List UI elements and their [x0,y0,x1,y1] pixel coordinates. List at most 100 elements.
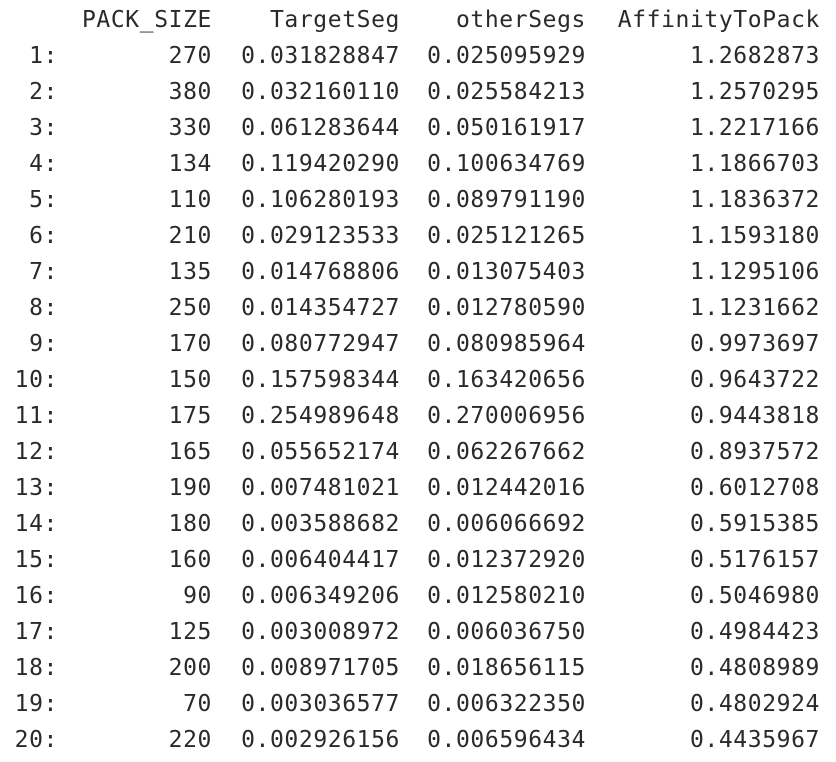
cell-pack-size: 220 [168,727,212,753]
table-row: 10: 150 0.157598344 0.163420656 0.9643722 [0,362,836,398]
cell-target-seg: 0.003588682 [241,511,400,537]
table-row: 1: 270 0.031828847 0.025095929 1.2682873 [0,38,836,74]
table-row: 14: 180 0.003588682 0.006066692 0.5915385 [0,506,836,542]
table-row: 12: 165 0.055652174 0.062267662 0.8937572 [0,434,836,470]
row-index: 6: [29,223,58,249]
cell-target-seg: 0.055652174 [241,439,400,465]
table-row: 20: 220 0.002926156 0.006596434 0.4435967 [0,722,836,758]
row-index: 8: [29,295,58,321]
cell-target-seg: 0.029123533 [241,223,400,249]
cell-other-segs: 0.050161917 [427,115,586,141]
cell-target-seg: 0.061283644 [241,115,400,141]
cell-affinity: 0.4435967 [689,727,820,753]
cell-affinity: 0.5915385 [689,511,820,537]
row-index: 16: [14,583,58,609]
cell-pack-size: 380 [168,79,212,105]
cell-affinity: 0.9973697 [689,331,820,357]
cell-other-segs: 0.006036750 [427,619,586,645]
table-row: 9: 170 0.080772947 0.080985964 0.9973697 [0,326,836,362]
cell-affinity: 1.1593180 [689,223,820,249]
row-index: 1: [29,43,58,69]
cell-affinity: 1.2217166 [689,115,820,141]
cell-pack-size: 330 [168,115,212,141]
cell-other-segs: 0.062267662 [427,439,586,465]
cell-pack-size: 175 [168,403,212,429]
cell-affinity: 0.9643722 [689,367,820,393]
column-header-other-segs: otherSegs [455,7,586,33]
cell-other-segs: 0.163420656 [427,367,586,393]
cell-target-seg: 0.106280193 [241,187,400,213]
cell-other-segs: 0.012442016 [427,475,586,501]
row-index: 13: [14,475,58,501]
cell-pack-size: 165 [168,439,212,465]
cell-other-segs: 0.025121265 [427,223,586,249]
row-index: 3: [29,115,58,141]
row-index: 20: [14,727,58,753]
column-header-affinity: AffinityToPack [617,7,820,33]
cell-pack-size: 250 [168,295,212,321]
cell-pack-size: 135 [168,259,212,285]
table-row: 8: 250 0.014354727 0.012780590 1.1231662 [0,290,836,326]
cell-affinity: 1.1866703 [689,151,820,177]
table-row: 15: 160 0.006404417 0.012372920 0.5176157 [0,542,836,578]
cell-pack-size: 180 [168,511,212,537]
cell-other-segs: 0.006596434 [427,727,586,753]
cell-target-seg: 0.003008972 [241,619,400,645]
cell-target-seg: 0.002926156 [241,727,400,753]
row-index: 15: [14,547,58,573]
cell-target-seg: 0.080772947 [241,331,400,357]
cell-other-segs: 0.012580210 [427,583,586,609]
table-row: 11: 175 0.254989648 0.270006956 0.9443818 [0,398,836,434]
cell-target-seg: 0.254989648 [241,403,400,429]
cell-pack-size: 150 [168,367,212,393]
cell-other-segs: 0.270006956 [427,403,586,429]
cell-pack-size: 270 [168,43,212,69]
cell-affinity: 0.4984423 [689,619,820,645]
cell-affinity: 0.8937572 [689,439,820,465]
table-row: 5: 110 0.106280193 0.089791190 1.1836372 [0,182,836,218]
table-row: 6: 210 0.029123533 0.025121265 1.1593180 [0,218,836,254]
cell-other-segs: 0.025584213 [427,79,586,105]
cell-target-seg: 0.007481021 [241,475,400,501]
cell-pack-size: 110 [168,187,212,213]
cell-affinity: 0.5046980 [689,583,820,609]
cell-affinity: 1.1295106 [689,259,820,285]
cell-target-seg: 0.119420290 [241,151,400,177]
cell-other-segs: 0.025095929 [427,43,586,69]
table-row: 13: 190 0.007481021 0.012442016 0.6012708 [0,470,836,506]
cell-target-seg: 0.014768806 [241,259,400,285]
cell-pack-size: 200 [168,655,212,681]
table-row: 19: 70 0.003036577 0.006322350 0.4802924 [0,686,836,722]
cell-affinity: 1.2570295 [689,79,820,105]
table-row: 4: 134 0.119420290 0.100634769 1.1866703 [0,146,836,182]
row-index: 9: [29,331,58,357]
row-index: 2: [29,79,58,105]
cell-other-segs: 0.013075403 [427,259,586,285]
cell-affinity: 0.4802924 [689,691,820,717]
row-index: 12: [14,439,58,465]
cell-target-seg: 0.003036577 [241,691,400,717]
cell-pack-size: 125 [168,619,212,645]
cell-affinity: 0.4808989 [689,655,820,681]
row-index: 18: [14,655,58,681]
table-row: 2: 380 0.032160110 0.025584213 1.2570295 [0,74,836,110]
row-index: 10: [14,367,58,393]
cell-target-seg: 0.006349206 [241,583,400,609]
row-index: 11: [14,403,58,429]
cell-other-segs: 0.018656115 [427,655,586,681]
cell-target-seg: 0.006404417 [241,547,400,573]
cell-pack-size: 170 [168,331,212,357]
cell-target-seg: 0.032160110 [241,79,400,105]
cell-affinity: 1.1836372 [689,187,820,213]
table-row: 17: 125 0.003008972 0.006036750 0.4984423 [0,614,836,650]
cell-pack-size: 190 [168,475,212,501]
column-header-target-seg: TargetSeg [269,7,400,33]
table-row: 7: 135 0.014768806 0.013075403 1.1295106 [0,254,836,290]
cell-target-seg: 0.031828847 [241,43,400,69]
cell-target-seg: 0.014354727 [241,295,400,321]
row-index: 5: [29,187,58,213]
row-index: 19: [14,691,58,717]
cell-other-segs: 0.100634769 [427,151,586,177]
cell-pack-size: 134 [168,151,212,177]
row-index: 17: [14,619,58,645]
